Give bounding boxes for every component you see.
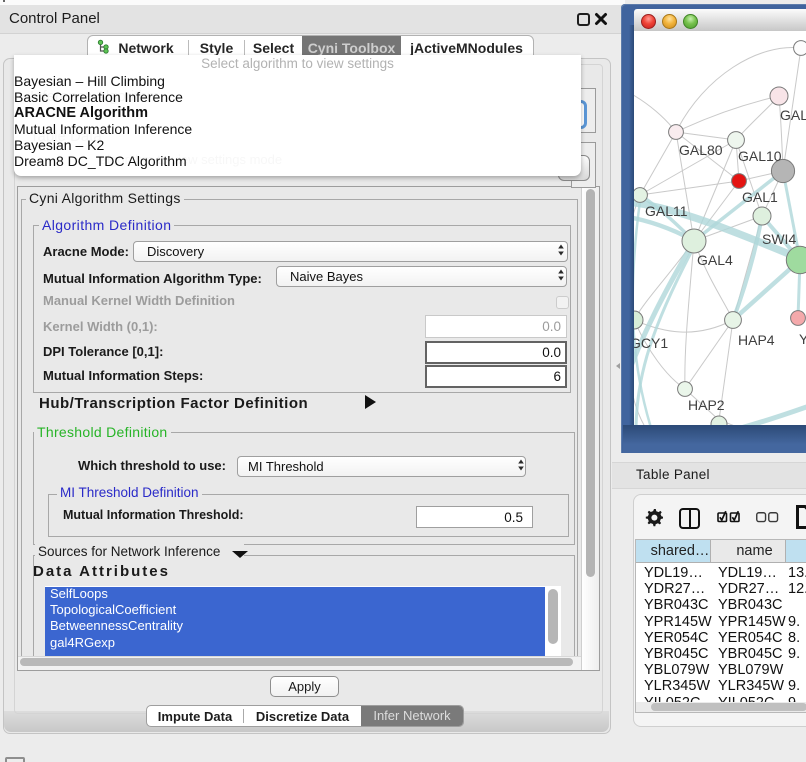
svg-text:GAL11: GAL11 bbox=[645, 203, 688, 219]
svg-text:Y: Y bbox=[799, 331, 806, 347]
svg-text:HAP4: HAP4 bbox=[738, 332, 775, 348]
svg-text:GAL10: GAL10 bbox=[738, 148, 782, 164]
svg-text:GAL80: GAL80 bbox=[679, 142, 723, 158]
svg-text:GAL1: GAL1 bbox=[742, 189, 778, 205]
svg-text:GAL: GAL bbox=[780, 107, 806, 123]
svg-text:GCY1: GCY1 bbox=[634, 335, 668, 351]
svg-text:HAP2: HAP2 bbox=[688, 397, 725, 413]
svg-text:SWI4: SWI4 bbox=[762, 231, 796, 247]
svg-text:GAL4: GAL4 bbox=[697, 252, 733, 268]
